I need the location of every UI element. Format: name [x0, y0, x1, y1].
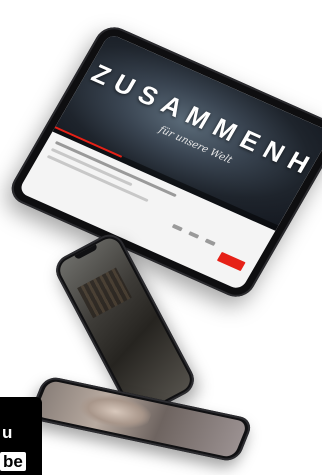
- dislike-icon[interactable]: [188, 231, 200, 239]
- device-mockup-scene: ZUSAMMENHALT für unsere Welt u be: [0, 0, 322, 475]
- video-title: ZUSAMMENHALT: [86, 58, 322, 212]
- video-action-icons: [171, 223, 216, 247]
- portrait-image: [75, 390, 156, 433]
- share-icon[interactable]: [204, 238, 216, 247]
- badge-text-line-2: be: [0, 452, 26, 471]
- like-icon[interactable]: [171, 223, 183, 232]
- tablet-device: ZUSAMMENHALT für unsere Welt: [5, 21, 322, 303]
- bookshelf-image: [77, 267, 132, 319]
- tablet-screen: ZUSAMMENHALT für unsere Welt: [17, 33, 322, 291]
- subscribe-button[interactable]: [216, 251, 246, 272]
- badge-text-line-1: u: [2, 423, 13, 442]
